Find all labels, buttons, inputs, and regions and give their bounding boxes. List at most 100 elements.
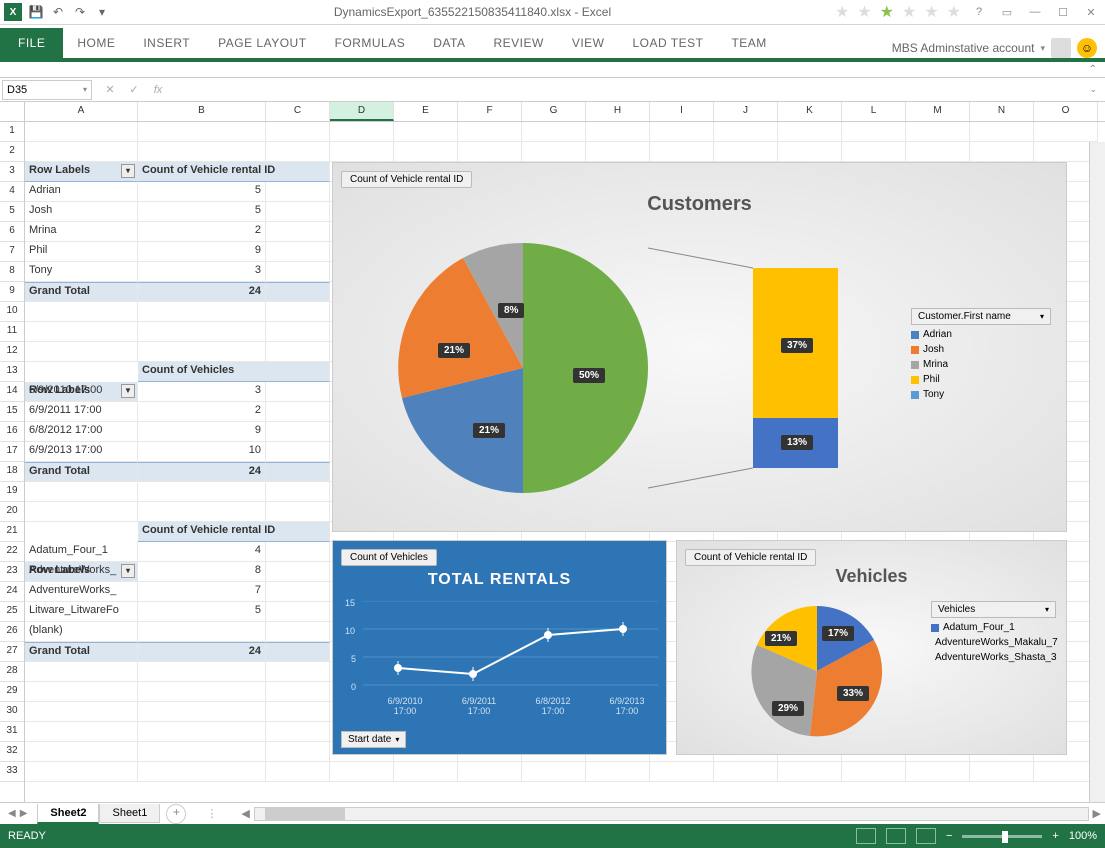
row-header[interactable]: 15 [0, 402, 24, 422]
formula-input[interactable] [176, 80, 1083, 100]
save-icon[interactable]: 💾 [28, 4, 44, 20]
row-header[interactable]: 22 [0, 542, 24, 562]
cell[interactable]: Row Labels▾ [25, 162, 138, 182]
col-header-L[interactable]: L [842, 102, 906, 121]
cell[interactable] [266, 602, 330, 622]
user-name[interactable]: MBS Adminstative account [892, 41, 1035, 55]
col-header-O[interactable]: O [1034, 102, 1098, 121]
row-header[interactable]: 27 [0, 642, 24, 662]
cell[interactable]: 6/9/2011 17:00 [25, 402, 138, 422]
sheet-tab-sheet2[interactable]: Sheet2 [37, 804, 99, 824]
cell[interactable]: 5 [138, 182, 266, 202]
row-header[interactable]: 7 [0, 242, 24, 262]
ribbon-tab-pagelayout[interactable]: PAGE LAYOUT [204, 30, 320, 58]
col-header-C[interactable]: C [266, 102, 330, 121]
new-sheet-button[interactable]: + [166, 804, 186, 824]
row-header[interactable]: 18 [0, 462, 24, 482]
name-box[interactable]: D35▾ [2, 80, 92, 100]
chart-total-rentals[interactable]: Count of Vehicles TOTAL RENTALS 15 10 5 [332, 540, 667, 755]
col-header-A[interactable]: A [25, 102, 138, 121]
col-header-B[interactable]: B [138, 102, 266, 121]
ribbon-tab-view[interactable]: VIEW [558, 30, 619, 58]
row-header[interactable]: 19 [0, 482, 24, 502]
zoom-level[interactable]: 100% [1069, 830, 1097, 842]
cell[interactable]: 6/9/2010 17:00 [25, 382, 138, 402]
cancel-icon[interactable]: ✕ [100, 83, 120, 96]
help-icon[interactable]: ? [969, 3, 989, 21]
cell[interactable] [266, 402, 330, 422]
cell[interactable] [266, 622, 330, 642]
row-header[interactable]: 16 [0, 422, 24, 442]
cell[interactable]: Phil [25, 242, 138, 262]
cell[interactable] [266, 182, 330, 202]
chart-vehicles[interactable]: Count of Vehicle rental ID Vehicles 17% … [676, 540, 1067, 755]
sheet-next-icon[interactable]: ▶ [20, 808, 28, 819]
col-header-E[interactable]: E [394, 102, 458, 121]
cell[interactable] [266, 442, 330, 462]
zoom-in-icon[interactable]: + [1052, 830, 1058, 842]
cell[interactable]: Mrina [25, 222, 138, 242]
cell[interactable] [266, 542, 330, 562]
cell[interactable]: Adatum_Four_1 [25, 542, 138, 562]
ribbon-tab-data[interactable]: DATA [419, 30, 479, 58]
cell[interactable]: Josh [25, 202, 138, 222]
row-header[interactable]: 10 [0, 302, 24, 322]
cell[interactable]: 10 [138, 442, 266, 462]
col-header-D[interactable]: D [330, 102, 394, 121]
cell[interactable]: 6/8/2012 17:00 [25, 422, 138, 442]
cell[interactable]: Grand Total [25, 462, 138, 482]
cell[interactable]: Count of Vehicles [138, 362, 330, 382]
cell[interactable] [266, 462, 330, 482]
cell[interactable] [266, 582, 330, 602]
cell[interactable] [266, 202, 330, 222]
axis-filter[interactable]: Start date▾ [341, 731, 406, 748]
cell[interactable] [266, 242, 330, 262]
cell[interactable]: 3 [138, 262, 266, 282]
ribbon-tab-team[interactable]: TEAM [717, 30, 780, 58]
ribbon-tab-review[interactable]: REVIEW [479, 30, 557, 58]
cell[interactable]: Tony [25, 262, 138, 282]
ribbon-options-icon[interactable]: ▭ [997, 3, 1017, 21]
cell[interactable]: 24 [138, 642, 266, 662]
cell[interactable]: Count of Vehicle rental ID [138, 162, 330, 182]
cell[interactable]: (blank) [25, 622, 138, 642]
col-header-N[interactable]: N [970, 102, 1034, 121]
cell[interactable]: 4 [138, 542, 266, 562]
maximize-icon[interactable]: ☐ [1053, 3, 1073, 21]
row-header[interactable]: 23 [0, 562, 24, 582]
row-header[interactable]: 20 [0, 502, 24, 522]
row-header[interactable]: 6 [0, 222, 24, 242]
avatar[interactable] [1051, 38, 1071, 58]
row-header[interactable]: 33 [0, 762, 24, 782]
cell[interactable]: Count of Vehicle rental ID [138, 522, 330, 542]
row-header[interactable]: 32 [0, 742, 24, 762]
chart-customers[interactable]: Count of Vehicle rental ID Customers 50%… [332, 162, 1067, 532]
minimize-icon[interactable]: — [1025, 3, 1045, 21]
grid[interactable]: 1234567891011121314151617181920212223242… [0, 122, 1105, 802]
legend-title[interactable]: Customer.First name▾ [911, 308, 1051, 325]
zoom-slider[interactable] [962, 835, 1042, 838]
close-icon[interactable]: ✕ [1081, 3, 1101, 21]
feedback-icon[interactable]: ☺ [1077, 38, 1097, 58]
cell[interactable]: 5 [138, 602, 266, 622]
col-header-G[interactable]: G [522, 102, 586, 121]
view-pagebreak-icon[interactable] [916, 828, 936, 844]
row-header[interactable]: 25 [0, 602, 24, 622]
fx-icon[interactable]: fx [148, 84, 168, 96]
col-header-J[interactable]: J [714, 102, 778, 121]
row-header[interactable]: 26 [0, 622, 24, 642]
row-header[interactable]: 28 [0, 662, 24, 682]
row-header[interactable]: 9 [0, 282, 24, 302]
col-header-H[interactable]: H [586, 102, 650, 121]
cell[interactable]: 3 [138, 382, 266, 402]
vertical-scrollbar[interactable] [1089, 142, 1105, 802]
row-header[interactable]: 12 [0, 342, 24, 362]
select-all-corner[interactable] [0, 102, 25, 122]
qat-customize-icon[interactable]: ▾ [94, 4, 110, 20]
col-header-F[interactable]: F [458, 102, 522, 121]
col-header-I[interactable]: I [650, 102, 714, 121]
filter-dropdown-icon[interactable]: ▾ [121, 164, 135, 178]
sheet-prev-icon[interactable]: ◀ [8, 808, 16, 819]
row-header[interactable]: 5 [0, 202, 24, 222]
ribbon-tab-insert[interactable]: INSERT [129, 30, 204, 58]
